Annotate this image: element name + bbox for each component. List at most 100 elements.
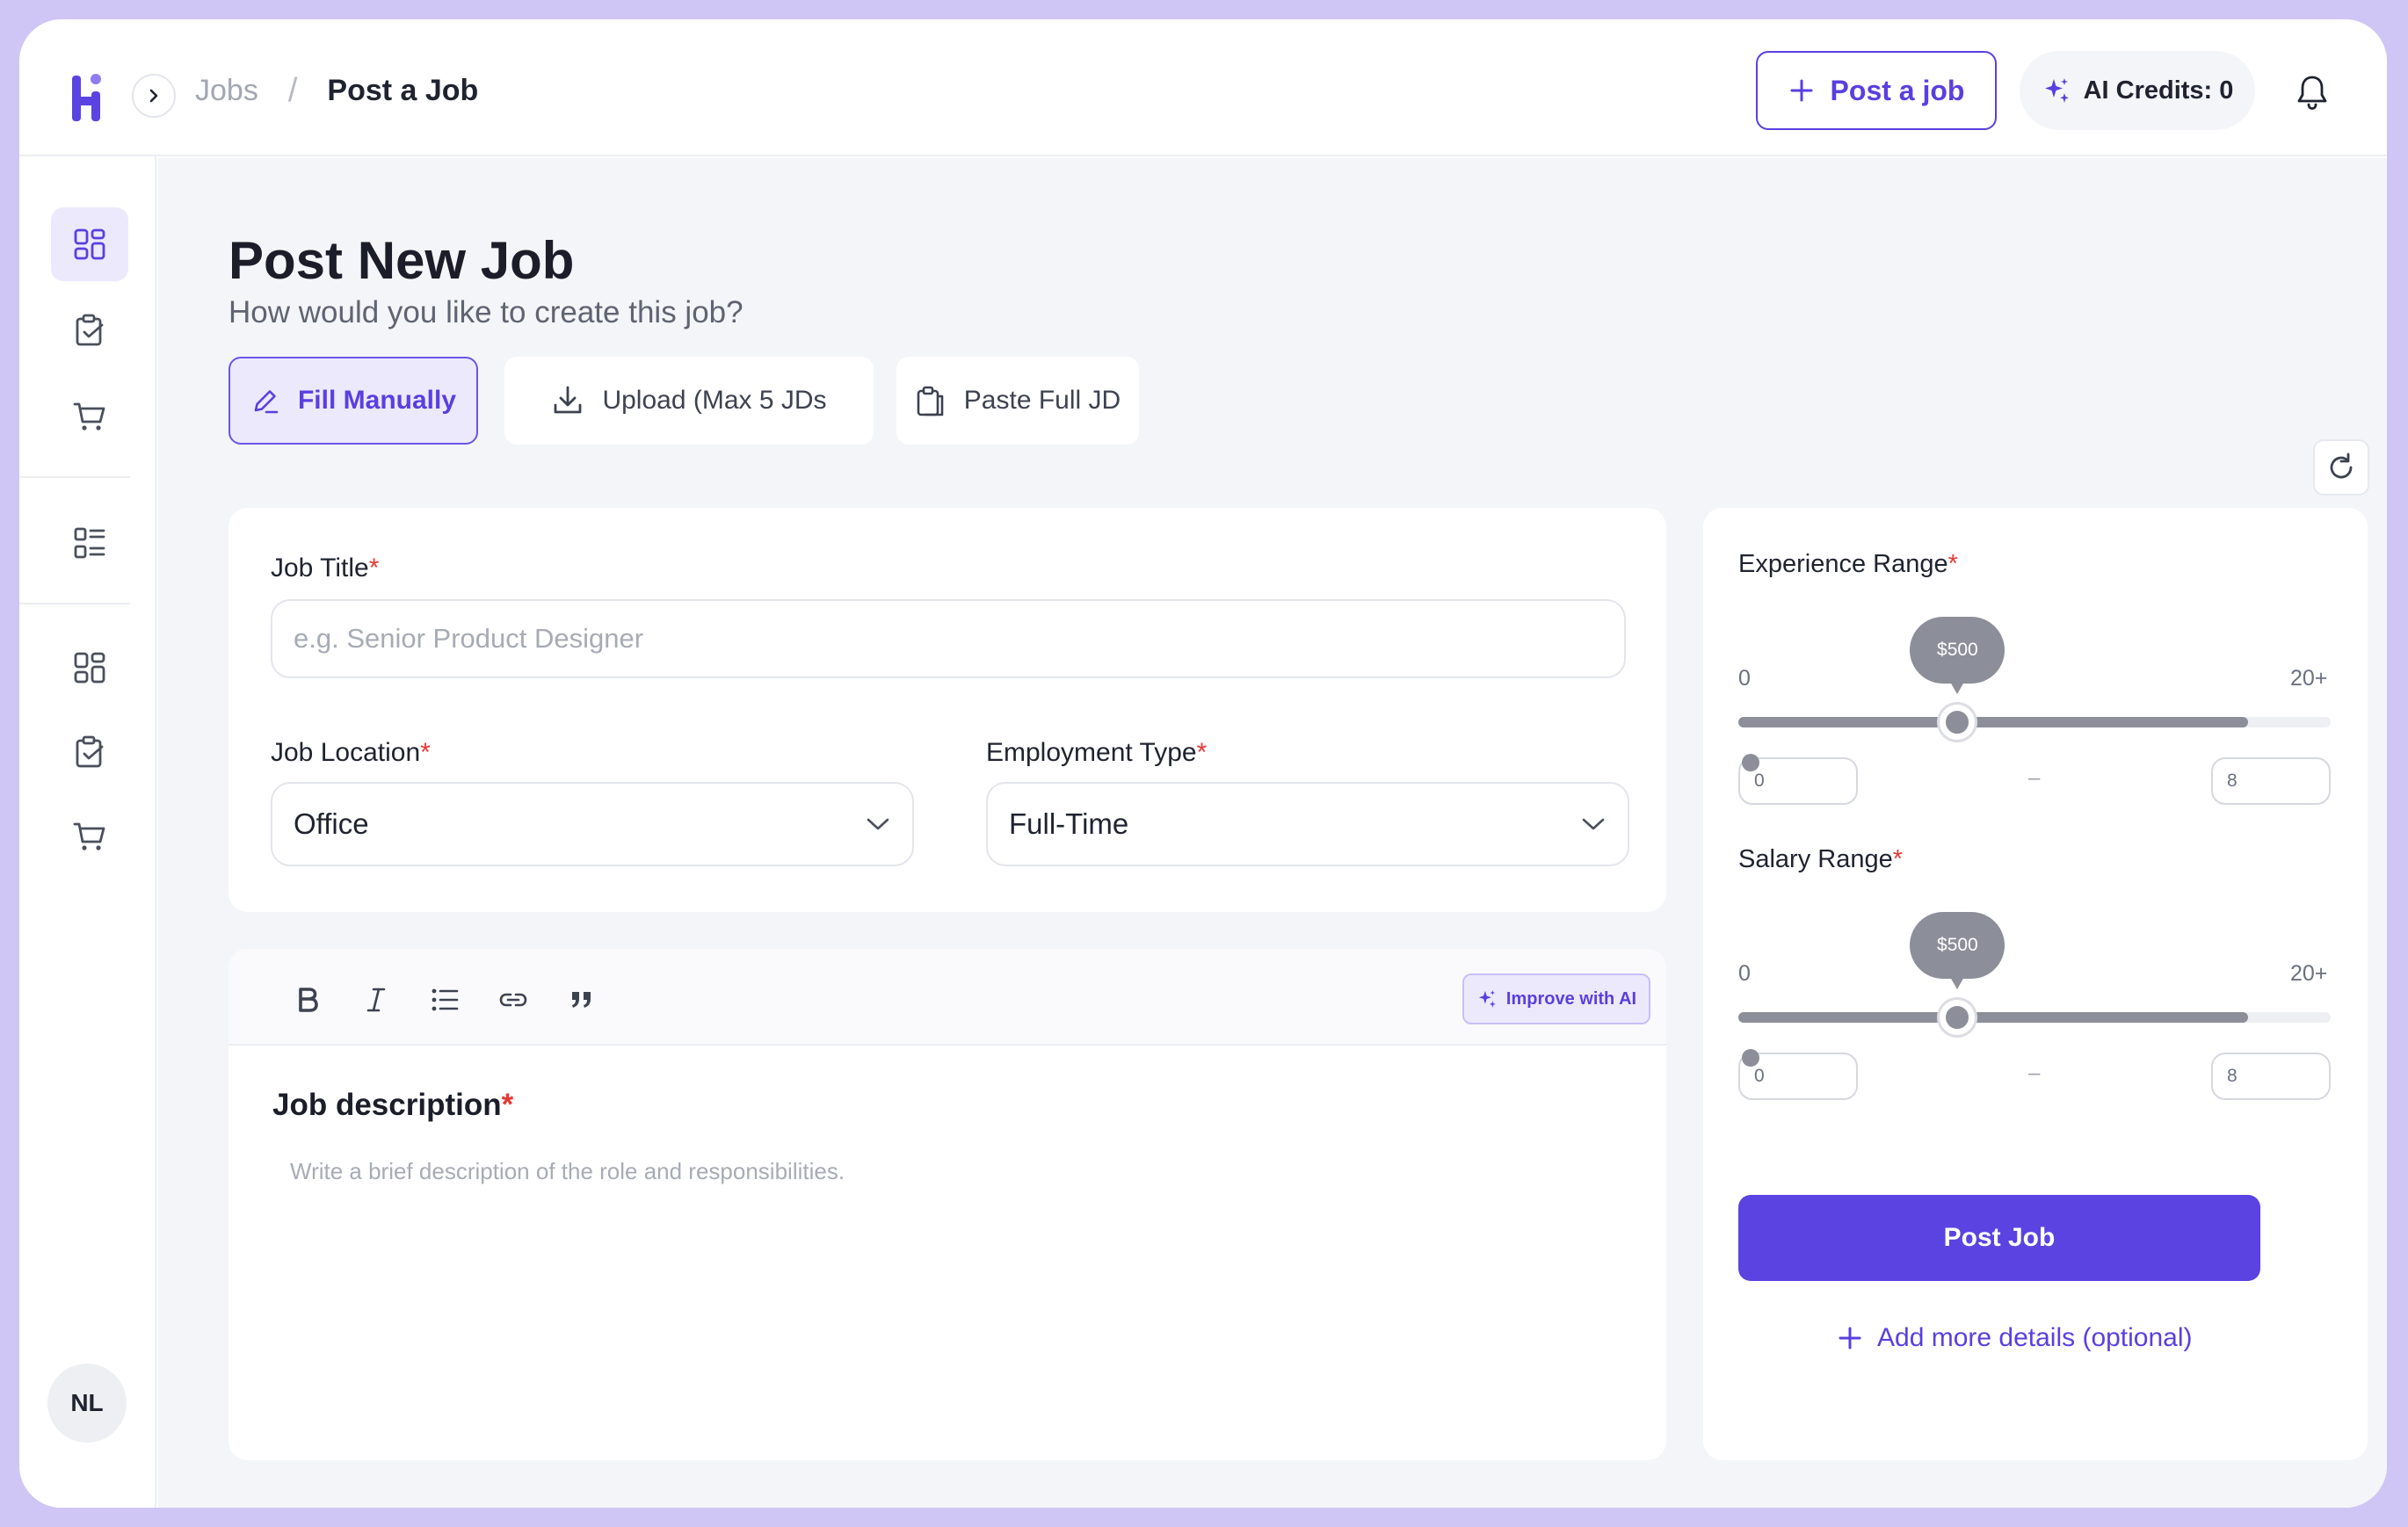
experience-max-tick: 20+ (2290, 666, 2328, 691)
user-avatar[interactable]: NL (47, 1364, 127, 1443)
app-logo-icon[interactable] (70, 70, 105, 123)
job-title-label: Job Title* (271, 554, 379, 583)
italic-icon (366, 988, 386, 1012)
sidebar-item-dashboard[interactable] (51, 207, 128, 281)
experience-range-label: Experience Range* (1738, 550, 1958, 579)
post-a-job-button[interactable]: Post a job (1756, 51, 1997, 130)
sidebar-item-list[interactable] (51, 506, 128, 580)
page-title: Post New Job (228, 231, 575, 290)
plus-icon (1839, 1327, 1861, 1350)
fill-manually-label: Fill Manually (297, 386, 457, 415)
employment-type-select[interactable]: Full-Time (986, 782, 1629, 866)
employment-type-label-text: Employment Type (986, 738, 1197, 767)
breadcrumb-jobs-link[interactable]: Jobs (195, 74, 258, 108)
top-bar: Jobs / Post a Job Post a job AI Credits:… (19, 19, 2387, 156)
notifications-button[interactable] (2290, 70, 2334, 114)
experience-slider-fill (1738, 717, 2248, 727)
bold-button[interactable] (290, 982, 325, 1017)
experience-slider-track[interactable] (1738, 717, 2331, 727)
experience-max-input[interactable]: 8 (2211, 757, 2331, 805)
italic-button[interactable] (359, 982, 394, 1017)
experience-value-bubble: $500 (1910, 617, 2005, 694)
page-subtitle: How would you like to create this job? (228, 295, 743, 329)
refresh-icon (2330, 452, 2353, 479)
link-icon (499, 993, 527, 1007)
required-marker: * (501, 1088, 514, 1122)
breadcrumb: Jobs / Post a Job (195, 72, 478, 110)
experience-range-label-text: Experience Range (1738, 550, 1948, 578)
job-location-select[interactable]: Office (271, 782, 914, 866)
job-location-label-text: Job Location (271, 738, 421, 767)
bell-icon (2297, 76, 2327, 110)
salary-min-tick: 0 (1738, 961, 1751, 986)
job-description-card: Improve with AI Job description* Write a… (228, 949, 1666, 1460)
pencil-icon (254, 390, 279, 414)
upload-jd-button[interactable]: Upload (Max 5 JDs (504, 357, 874, 445)
sidebar-item-cart-2[interactable] (51, 800, 128, 873)
salary-value-bubble: $500 (1910, 912, 2005, 989)
ai-credits-badge[interactable]: AI Credits: 0 (2020, 51, 2255, 130)
dashboard-icon (74, 228, 105, 260)
required-marker: * (1892, 845, 1904, 873)
clipboard-check-icon (76, 314, 104, 346)
add-more-details-label: Add more details (optional) (1877, 1323, 2193, 1352)
required-marker: * (1947, 550, 1958, 578)
upload-jd-label: Upload (Max 5 JDs (602, 386, 827, 415)
download-icon (555, 386, 582, 414)
job-description-editor[interactable]: Write a brief description of the role an… (290, 1158, 845, 1185)
salary-slider-handle[interactable] (1940, 1000, 1976, 1035)
dashboard-icon (74, 652, 105, 684)
salary-max-tick: 20+ (2290, 961, 2328, 986)
requirements-panel: Experience Range* 0 20+ $500 0 – 8 Salar… (1703, 508, 2368, 1460)
job-description-title-text: Job description (272, 1088, 502, 1122)
experience-min-handle[interactable] (1742, 754, 1759, 771)
paste-jd-label: Paste Full JD (963, 386, 1121, 415)
employment-type-value: Full-Time (1009, 807, 1129, 840)
salary-max-input[interactable]: 8 (2211, 1053, 2331, 1100)
sidebar-item-dashboard-2[interactable] (51, 631, 128, 705)
clipboard-icon (917, 386, 944, 416)
experience-slider-handle[interactable] (1940, 705, 1976, 740)
bullet-list-button[interactable] (427, 982, 462, 1017)
link-button[interactable] (496, 982, 531, 1017)
salary-slider-track[interactable] (1738, 1012, 2331, 1023)
job-location-label: Job Location* (271, 738, 431, 768)
post-a-job-label: Post a job (1830, 74, 1965, 106)
salary-min-handle[interactable] (1742, 1049, 1759, 1067)
post-job-button[interactable]: Post Job (1738, 1195, 2260, 1281)
sidebar-item-tasks[interactable] (51, 293, 128, 367)
main-content: Post New Job How would you like to creat… (158, 158, 2387, 1508)
sidebar-divider (19, 603, 130, 604)
app-frame: Jobs / Post a Job Post a job AI Credits:… (19, 19, 2387, 1508)
range-separator: – (2028, 766, 2041, 790)
add-more-details-link[interactable]: Add more details (optional) (1837, 1323, 2193, 1353)
sparkle-icon (2044, 78, 2069, 103)
job-description-title: Job description* (272, 1088, 513, 1123)
editor-toolbar: Improve with AI (228, 949, 1666, 1046)
range-separator: – (2028, 1061, 2041, 1085)
paste-jd-button[interactable]: Paste Full JD (896, 357, 1139, 445)
improve-with-ai-button[interactable]: Improve with AI (1462, 973, 1650, 1024)
fill-manually-button[interactable]: Fill Manually (228, 357, 478, 445)
clipboard-check-icon (76, 735, 104, 768)
cart-icon (73, 822, 105, 850)
sidebar-item-cart[interactable] (51, 380, 128, 453)
refresh-button[interactable] (2313, 439, 2369, 496)
salary-range-label-text: Salary Range (1738, 845, 1893, 873)
quote-icon (572, 992, 591, 1008)
improve-with-ai-label: Improve with AI (1505, 988, 1637, 1009)
sidebar-expand-button[interactable] (132, 74, 176, 118)
employment-type-label: Employment Type* (986, 738, 1207, 768)
job-title-input[interactable]: e.g. Senior Product Designer (271, 599, 1626, 678)
salary-range-label: Salary Range* (1738, 845, 1903, 874)
breadcrumb-separator: / (287, 72, 298, 109)
chevron-down-icon (867, 818, 889, 830)
sidebar-divider (19, 476, 130, 478)
plus-icon (1790, 79, 1813, 102)
sidebar-item-tasks-2[interactable] (51, 715, 128, 789)
chevron-right-icon (149, 89, 158, 103)
quote-button[interactable] (564, 982, 599, 1017)
job-location-value: Office (294, 807, 369, 840)
sparkle-icon (1478, 990, 1496, 1008)
cart-icon (73, 402, 105, 431)
